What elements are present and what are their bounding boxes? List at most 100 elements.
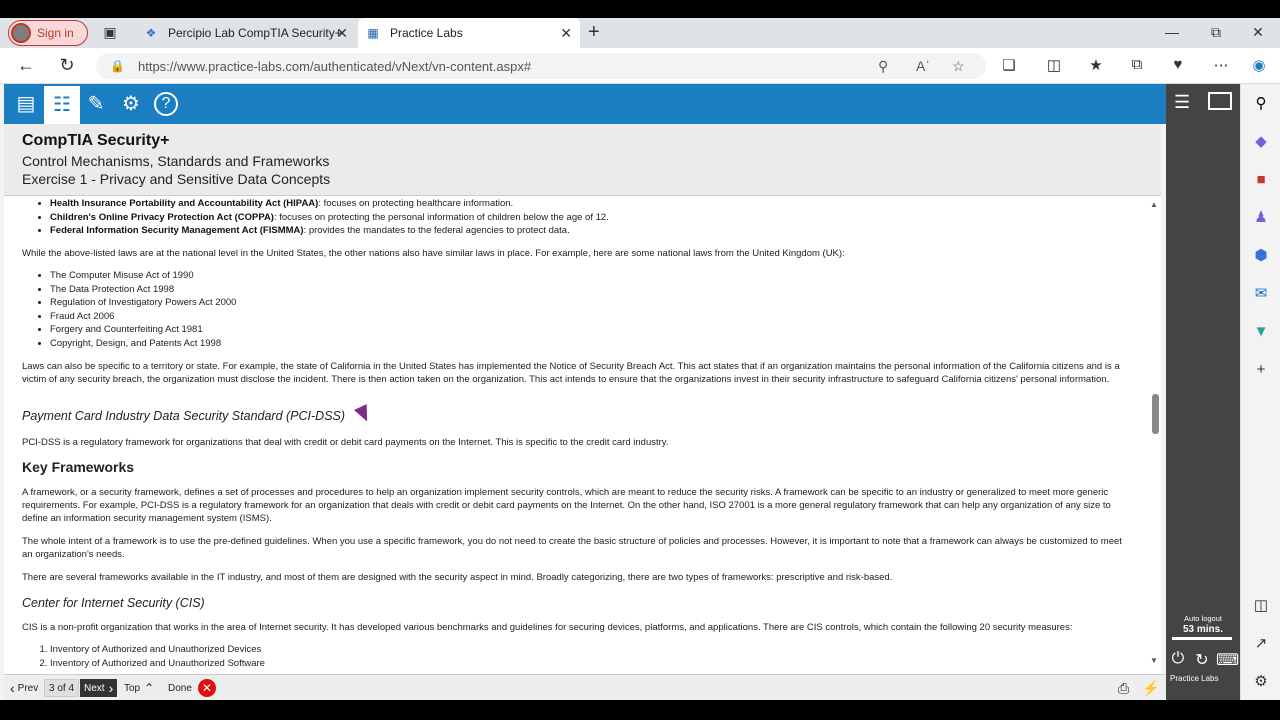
lock-icon: 🔒 [110, 59, 125, 73]
games-icon[interactable]: ♟ [1251, 208, 1271, 228]
page-indicator: 3 of 4 [44, 679, 80, 697]
bottom-nav-bar: ‹ Prev 3 of 4 Next › Top ⌃ Done ✕ ⎙ ⚡ [4, 674, 1240, 700]
paragraph-framework-2: The whole intent of a framework is to us… [22, 536, 1122, 560]
heading-cis: Center for Internet Security (CIS) [22, 596, 205, 610]
chevron-up-icon: ⌃ [144, 681, 155, 695]
url-text: https://www.practice-labs.com/authentica… [138, 58, 532, 74]
tab-percipio[interactable]: ❖ Percipio Lab CompTIA Security+ ✕ [136, 18, 356, 48]
paragraph-territory: Laws can also be specific to a territory… [22, 361, 1120, 385]
favorites-icon[interactable]: ★ [1085, 56, 1107, 74]
tab-title: Percipio Lab CompTIA Security+ [168, 26, 342, 40]
window-close-icon[interactable]: ✕ [1238, 24, 1278, 41]
brand-logo: Practice Labs [1170, 674, 1219, 683]
list-item: The Data Protection Act 1998 [50, 283, 1132, 297]
favorite-star-icon[interactable]: ☆ [952, 58, 965, 75]
settings-icon[interactable]: ⚙ [119, 92, 143, 116]
add-icon[interactable]: + [1251, 360, 1271, 380]
sidebar-toggle-icon[interactable]: ◫ [1251, 596, 1271, 616]
browser-window: Sign in ▣ ❖ Percipio Lab CompTIA Securit… [0, 0, 1280, 720]
signin-button[interactable]: Sign in [8, 20, 88, 46]
course-title: CompTIA Security+ [22, 132, 170, 149]
reset-icon[interactable]: ↻ [1192, 650, 1212, 670]
menu-icon[interactable]: ☰ [1174, 92, 1190, 113]
outlook-icon[interactable]: ✉ [1251, 284, 1271, 304]
search-icon[interactable]: ⚲ [1251, 94, 1271, 114]
zoom-icon[interactable]: ⚲ [878, 58, 888, 75]
minimize-icon[interactable]: — [1152, 24, 1192, 40]
back-icon[interactable]: ← [14, 55, 38, 76]
settings-gear-icon[interactable]: ⚙ [1251, 672, 1271, 692]
keyboard-icon[interactable]: ⌨ [1216, 650, 1239, 670]
heading-pcidss: Payment Card Industry Data Security Stan… [22, 409, 346, 423]
bing-copilot-icon[interactable]: ◉ [1248, 56, 1270, 74]
edge-sidebar: ⚲ ◆ ■ ♟ ⬢ ✉ ▼ + ◫ ↗ ⚙ [1240, 84, 1280, 704]
scroll-down-icon[interactable]: ▼ [1150, 656, 1158, 665]
practice-labs-icon: ▦ [367, 26, 379, 40]
address-bar-row: ← ↻ 🔒 https://www.practice-labs.com/auth… [0, 48, 1280, 84]
power-tools-icon[interactable]: ⚡ [1138, 679, 1163, 697]
scroll-up-icon[interactable]: ▲ [1150, 200, 1158, 209]
lab-content: Health Insurance Portability and Account… [4, 196, 1161, 674]
done-button[interactable]: Done ✕ [164, 679, 220, 697]
paragraph-uk-intro: While the above-listed laws are at the n… [22, 248, 845, 259]
tab-title: Practice Labs [390, 26, 463, 40]
external-link-icon[interactable]: ↗ [1251, 634, 1271, 654]
power-icon[interactable]: ⏻ [1168, 650, 1188, 668]
list-item: Inventory of Authorized and Unauthorized… [50, 643, 1132, 657]
drop-icon[interactable]: ▼ [1251, 322, 1271, 342]
list-item: Federal Information Security Management … [50, 224, 1132, 238]
heading-key-frameworks: Key Frameworks [22, 459, 135, 475]
close-icon: ✕ [197, 679, 216, 697]
tools-icon[interactable]: ■ [1251, 170, 1271, 190]
split-screen-icon[interactable]: ◫ [1043, 56, 1065, 74]
close-icon[interactable]: ✕ [336, 25, 348, 42]
paragraph-framework-1: A framework, or a security framework, de… [22, 487, 1111, 524]
refresh-icon[interactable]: ↻ [55, 55, 79, 76]
auto-logout-label: Auto logout [1184, 614, 1222, 623]
tab-practice-labs[interactable]: ▦ Practice Labs ✕ [358, 18, 580, 48]
lab-control-panel: ☰ Auto logout 53 mins. ⏻ ↻ ⌨ Practice La… [1166, 84, 1240, 700]
exercise-title: Exercise 1 - Privacy and Sensitive Data … [22, 171, 331, 187]
microsoft365-icon[interactable]: ⬢ [1251, 246, 1271, 266]
list-item: Health Insurance Portability and Account… [50, 197, 1132, 211]
uk-laws-list: The Computer Misuse Act of 1990 The Data… [22, 269, 1132, 350]
collections-icon[interactable]: ⧉ [1126, 56, 1148, 73]
prev-button[interactable]: ‹ Prev [6, 679, 42, 697]
signin-label: Sign in [37, 26, 74, 40]
content-header: CompTIA Security+ Control Mechanisms, St… [4, 124, 1161, 196]
list-item: Children's Online Privacy Protection Act… [50, 211, 1132, 225]
new-tab-icon[interactable]: + [588, 21, 600, 44]
shopping-icon[interactable]: ◆ [1251, 132, 1271, 152]
help-icon[interactable]: ? [154, 92, 178, 116]
content-scrollbar[interactable]: ▲ ▼ [1150, 196, 1161, 674]
tab-actions-icon[interactable]: ▣ [100, 24, 120, 42]
percipio-icon: ❖ [145, 26, 157, 40]
next-button[interactable]: Next › [80, 679, 118, 697]
top-button[interactable]: Top ⌃ [120, 679, 158, 697]
restore-icon[interactable]: ⧉ [1196, 24, 1236, 41]
cis-controls-list: Inventory of Authorized and Unauthorized… [22, 643, 1132, 670]
read-aloud-icon[interactable]: Aʾ [916, 58, 930, 74]
more-menu-icon[interactable]: ⋯ [1210, 56, 1232, 74]
list-item: Regulation of Investigatory Powers Act 2… [50, 296, 1132, 310]
auto-logout-bar [1172, 637, 1232, 640]
close-icon[interactable]: ✕ [560, 25, 572, 42]
lab-content-icon[interactable]: ☷ [44, 86, 80, 124]
list-item: Fraud Act 2006 [50, 310, 1132, 324]
paragraph-cis: CIS is a non-profit organization that wo… [22, 622, 1073, 633]
notes-icon[interactable]: ✎ [84, 92, 108, 116]
inbox-icon[interactable]: ▤ [14, 92, 38, 116]
list-item: Inventory of Authorized and Unauthorized… [50, 657, 1132, 671]
top-black-bar [0, 0, 1280, 18]
fullscreen-icon[interactable] [1208, 92, 1232, 110]
scroll-thumb[interactable] [1152, 394, 1159, 434]
extensions-icon[interactable]: ❏ [998, 56, 1020, 74]
tab-strip: Sign in ▣ ❖ Percipio Lab CompTIA Securit… [0, 18, 1280, 48]
browser-essentials-icon[interactable]: ♥ [1167, 56, 1189, 73]
module-title: Control Mechanisms, Standards and Framew… [22, 153, 330, 169]
list-item: The Computer Misuse Act of 1990 [50, 269, 1132, 283]
address-bar[interactable]: 🔒 https://www.practice-labs.com/authenti… [96, 53, 986, 79]
bottom-black-bar [0, 700, 1280, 720]
print-icon[interactable]: ⎙ [1114, 679, 1133, 697]
list-item: Forgery and Counterfeiting Act 1981 [50, 323, 1132, 337]
